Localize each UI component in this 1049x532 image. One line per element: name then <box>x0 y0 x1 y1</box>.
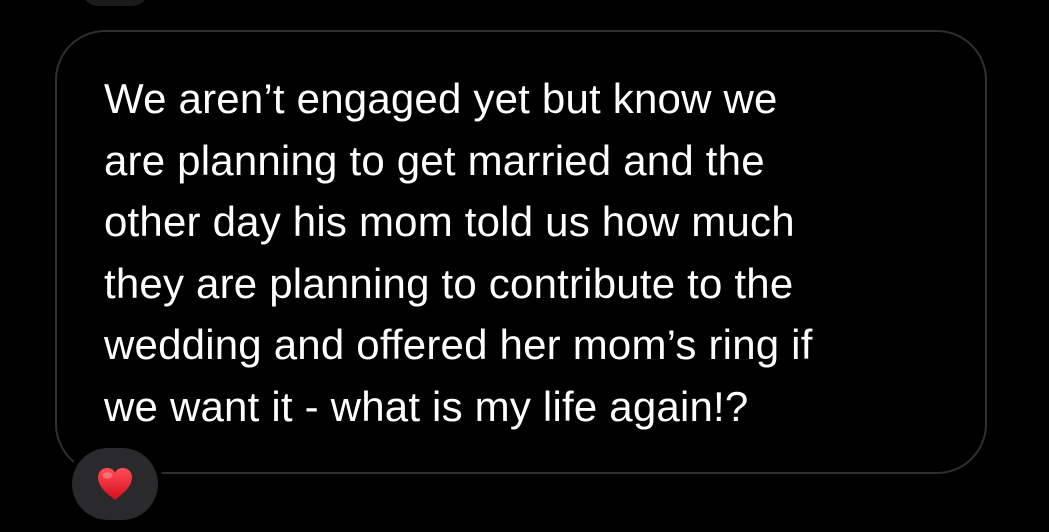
message-text: We aren’t engaged yet but know we are pl… <box>104 68 964 437</box>
message-line: are planning to get married and the <box>104 136 765 184</box>
heart-icon <box>98 468 132 500</box>
previous-reaction-bubble <box>82 0 148 6</box>
message-line: we want it - what is my life again!? <box>104 382 749 430</box>
heart-reaction-badge[interactable] <box>72 448 158 520</box>
message-line: We aren’t engaged yet but know we <box>104 75 778 122</box>
message-line: wedding and offered her mom’s ring if <box>104 321 813 368</box>
message-line: they are planning to contribute to the <box>104 259 794 307</box>
message-line: other day his mom told us how much <box>104 198 795 245</box>
